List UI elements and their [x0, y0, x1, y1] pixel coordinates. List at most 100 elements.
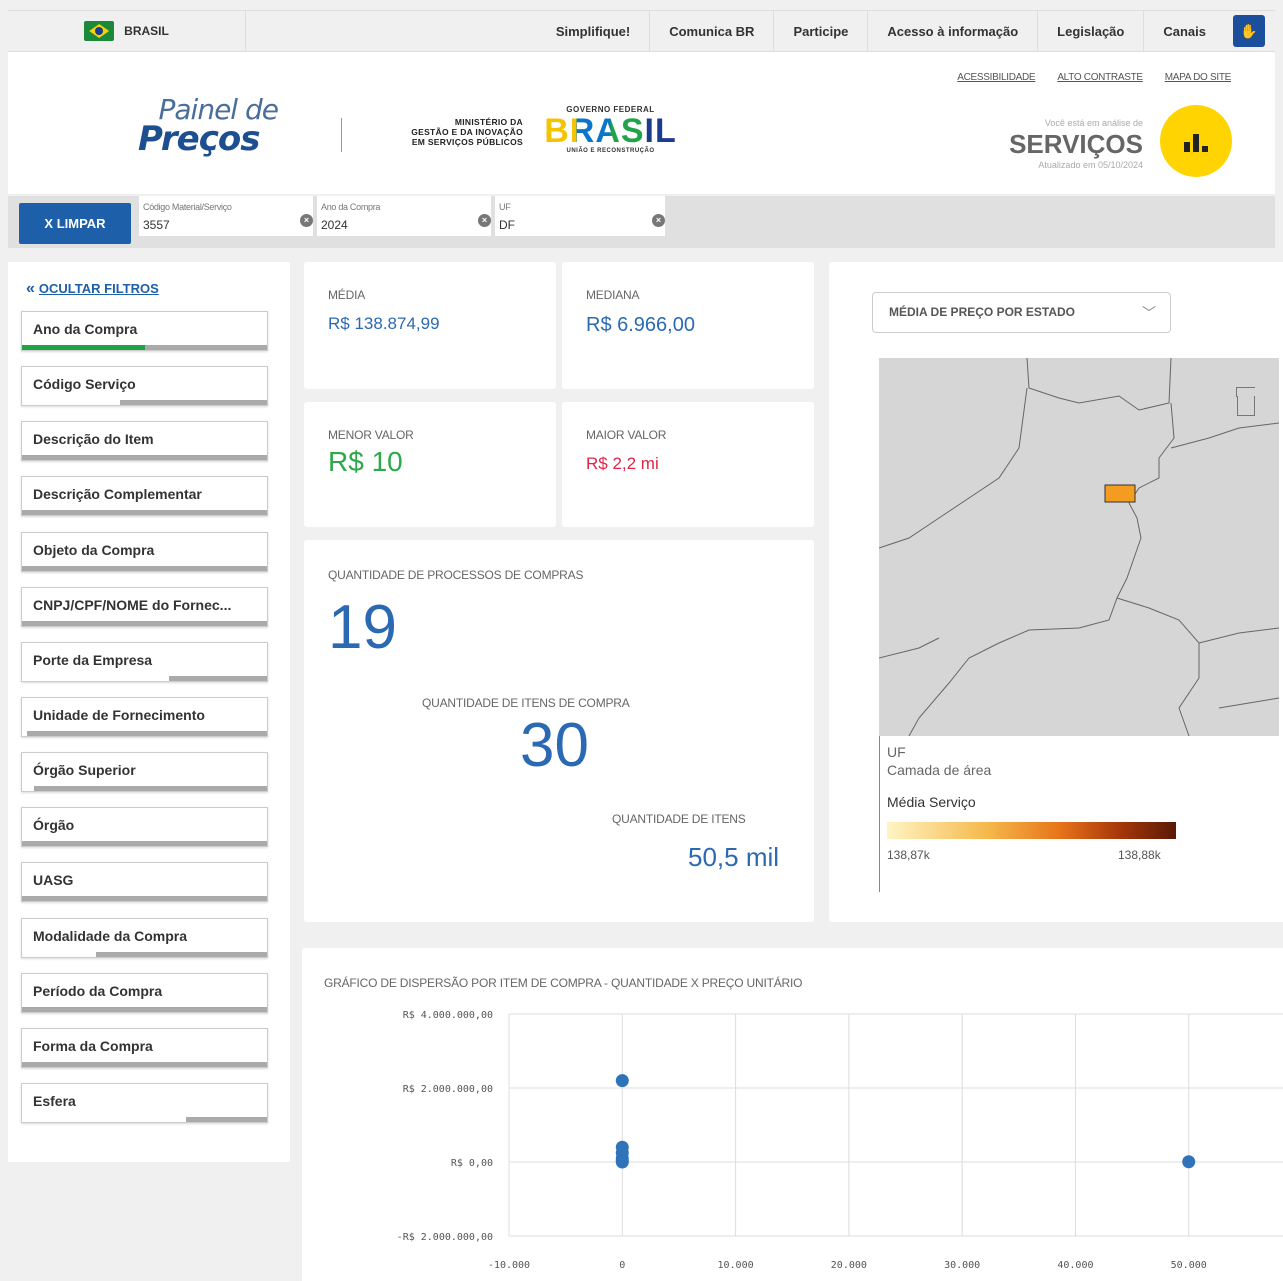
scatter-card: GRÁFICO DE DISPERSÃO POR ITEM DE COMPRA …: [302, 948, 1283, 1281]
filter-progress-track: [22, 952, 267, 957]
filter-item[interactable]: Código Serviço: [21, 366, 268, 406]
uf-map[interactable]: [879, 358, 1279, 736]
filter-item[interactable]: Porte da Empresa: [21, 642, 268, 682]
link-mapa-site[interactable]: MAPA DO SITE: [1165, 72, 1232, 83]
gov-link-canais[interactable]: Canais: [1143, 11, 1225, 51]
scatter-plot: R$ 4.000.000,00 R$ 2.000.000,00 R$ 0,00 -R$…: [397, 1010, 1283, 1271]
brasil-link[interactable]: BRASIL: [8, 11, 246, 51]
updated-date: Atualizado em 05/10/2024: [1038, 160, 1143, 170]
map-legend: UF Camada de área Média Serviço 138,87k …: [879, 736, 1279, 892]
map-card: MÉDIA DE PREÇO POR ESTADO ﹀ UF Camada de…: [829, 262, 1283, 922]
filter-item-label: CNPJ/CPF/NOME do Fornec...: [33, 597, 232, 613]
filter-item-label: Unidade de Fornecimento: [33, 707, 205, 723]
filter-item[interactable]: Modalidade da Compra: [21, 918, 268, 958]
kpi-label: QUANTIDADE DE PROCESSOS DE COMPRAS: [328, 568, 584, 582]
filter-item[interactable]: Esfera: [21, 1083, 268, 1123]
link-acessibilidade[interactable]: ACESSIBILIDADE: [957, 72, 1035, 83]
painel-precos-logo[interactable]: Painel de Preços: [138, 96, 279, 157]
link-alto-contraste[interactable]: ALTO CONTRASTE: [1057, 72, 1143, 83]
home-icon[interactable]: [1236, 387, 1255, 416]
filter-progress-track: [22, 1117, 267, 1122]
scatter-point: [615, 1074, 629, 1088]
scatter-point: [1182, 1155, 1196, 1169]
filter-progress-fill: [22, 731, 27, 736]
filter-item-label: Forma da Compra: [33, 1038, 153, 1054]
gov-link-participe[interactable]: Participe: [773, 11, 867, 51]
filter-item-label: Objeto da Compra: [33, 542, 155, 558]
filter-item-label: Órgão: [33, 817, 75, 833]
filter-chip-ano[interactable]: Ano da Compra 2024 ×: [317, 196, 491, 236]
filter-progress-track: [22, 621, 267, 626]
filter-item-label: Porte da Empresa: [33, 652, 153, 668]
analysis-type: SERVIÇOS: [1009, 129, 1143, 159]
filter-progress-track: [22, 841, 267, 846]
filter-item-label: UASG: [33, 872, 74, 888]
gov-link-simplifique[interactable]: Simplifique!: [537, 11, 649, 51]
filter-item-label: Ano da Compra: [33, 321, 138, 337]
filter-item[interactable]: Descrição Complementar: [21, 476, 268, 516]
filter-progress-track: [22, 400, 267, 405]
clear-filters-button[interactable]: X LIMPAR: [19, 203, 131, 244]
filter-item[interactable]: UASG: [21, 862, 268, 902]
x-tick-label: 10.000: [718, 1260, 754, 1271]
gov-bar: BRASIL Simplifique! Comunica BR Particip…: [8, 10, 1275, 52]
governo-federal-logo: GOVERNO FEDERAL BRASIL UNIÃO E RECONSTRU…: [544, 105, 677, 154]
filter-item-label: Modalidade da Compra: [33, 928, 188, 944]
kpi-mediana-card: MEDIANA R$ 6.966,00: [562, 262, 814, 389]
hide-filters-link[interactable]: «OCULTAR FILTROS: [26, 280, 159, 298]
filter-item[interactable]: Unidade de Fornecimento: [21, 697, 268, 737]
ministerio-logo: MINISTÉRIO DA GESTÃO E DA INOVAÇÃO EM SE…: [411, 117, 523, 147]
kpi-menor-card: MENOR VALOR R$ 10: [304, 402, 556, 527]
kpi-media-card: MÉDIA R$ 138.874,99: [304, 262, 556, 389]
filter-progress-track: [22, 345, 267, 350]
gov-link-acesso[interactable]: Acesso à informação: [867, 11, 1037, 51]
kpi-itens-compra-value: 30: [520, 711, 589, 780]
accessibility-icon[interactable]: ✋: [1233, 15, 1265, 47]
filter-item-label: Código Serviço: [33, 376, 136, 392]
x-tick-label: -10.000: [488, 1260, 530, 1271]
kpi-label: QUANTIDADE DE ITENS: [612, 812, 746, 826]
map-metric-select[interactable]: MÉDIA DE PREÇO POR ESTADO ﹀: [872, 292, 1171, 333]
filter-progress-track: [22, 455, 267, 460]
filter-progress-track: [22, 731, 267, 736]
kpi-menor-value: R$ 10: [328, 446, 403, 477]
filter-item[interactable]: Forma da Compra: [21, 1028, 268, 1068]
filter-item[interactable]: Objeto da Compra: [21, 532, 268, 572]
gov-link-comunica[interactable]: Comunica BR: [649, 11, 773, 51]
clear-chip-icon[interactable]: ×: [478, 214, 491, 227]
x-tick-label: 20.000: [831, 1260, 867, 1271]
filter-progress-track: [22, 1062, 267, 1067]
y-tick-label: -R$ 2.000.000,00: [397, 1232, 493, 1243]
analysis-context: Você está em análise de SERVIÇOS Atualiz…: [1009, 118, 1143, 170]
filter-progress-fill: [22, 952, 96, 957]
kpi-label: MAIOR VALOR: [586, 428, 667, 442]
gov-link-legislacao[interactable]: Legislação: [1037, 11, 1143, 51]
filter-progress-track: [22, 1007, 267, 1012]
df-highlight: [1104, 484, 1136, 503]
x-tick-label: 50.000: [1171, 1260, 1207, 1271]
clear-chip-icon[interactable]: ×: [652, 214, 665, 227]
filter-chip-codigo[interactable]: Código Material/Serviço 3557 ×: [139, 196, 313, 236]
active-filters-bar: X LIMPAR Código Material/Serviço 3557 × …: [8, 196, 1275, 248]
filter-progress-track: [22, 566, 267, 571]
x-tick-label: 0: [619, 1260, 625, 1271]
y-tick-label: R$ 0,00: [451, 1158, 493, 1169]
filter-item[interactable]: Ano da Compra: [21, 311, 268, 351]
brasil-label: BRASIL: [124, 24, 169, 38]
filter-item[interactable]: CNPJ/CPF/NOME do Fornec...: [21, 587, 268, 627]
filter-item-label: Descrição Complementar: [33, 486, 202, 502]
y-tick-label: R$ 2.000.000,00: [403, 1084, 493, 1095]
bar-chart-icon[interactable]: [1160, 105, 1232, 177]
filter-item[interactable]: Órgão: [21, 807, 268, 847]
filter-item[interactable]: Período da Compra: [21, 973, 268, 1013]
clear-chip-icon[interactable]: ×: [300, 214, 313, 227]
kpi-label: MEDIANA: [586, 288, 640, 302]
filter-progress-track: [22, 896, 267, 901]
filter-item-label: Esfera: [33, 1093, 76, 1109]
filter-progress-fill: [22, 400, 120, 405]
filter-item[interactable]: Descrição do Item: [21, 421, 268, 461]
kpi-maior-card: MAIOR VALOR R$ 2,2 mi: [562, 402, 814, 527]
filter-progress-fill: [22, 1117, 187, 1122]
filter-item[interactable]: Órgão Superior: [21, 752, 268, 792]
filter-chip-uf[interactable]: UF DF ×: [495, 196, 665, 236]
